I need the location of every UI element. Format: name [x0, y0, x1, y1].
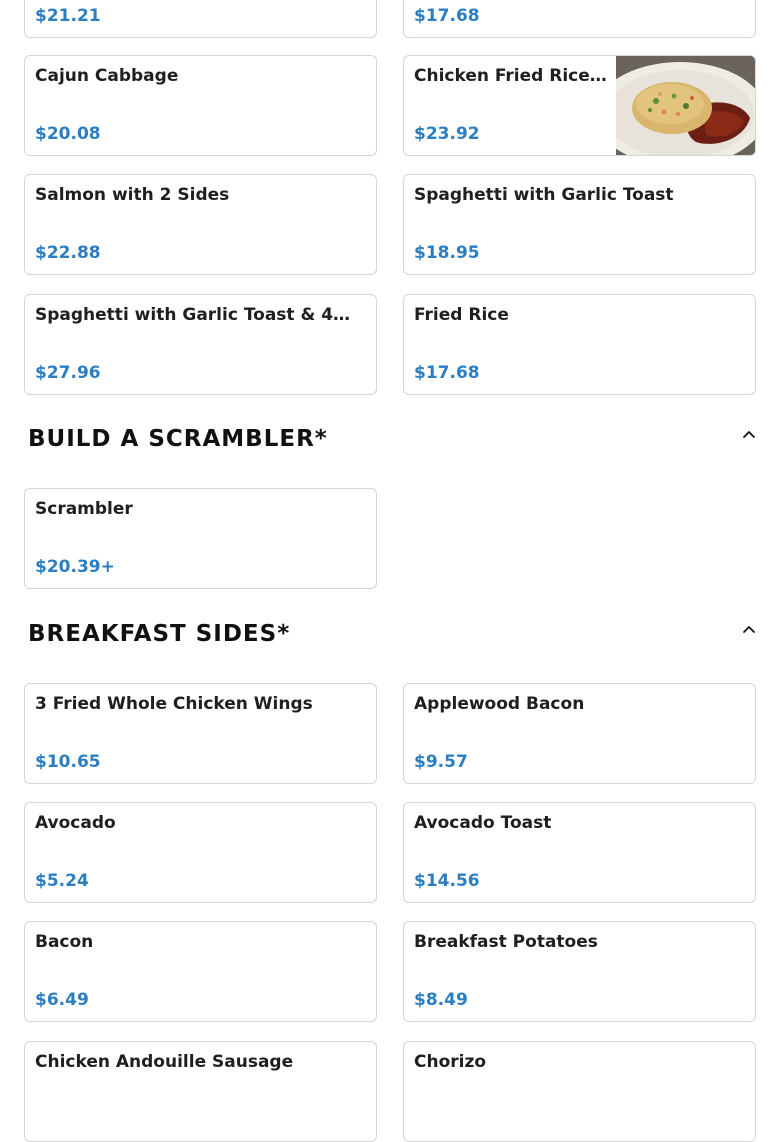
menu-item-name: Avocado	[35, 813, 116, 833]
menu-item-card[interactable]: Chicken Andouille Sausage	[24, 1041, 377, 1142]
section-title: BREAKFAST SIDES*	[28, 621, 291, 647]
menu-item-name: Breakfast Potatoes	[414, 932, 598, 952]
menu-item-card[interactable]: Fried Rice $17.68	[403, 294, 756, 395]
menu-item-card[interactable]: Salmon with 2 Sides $22.88	[24, 174, 377, 275]
menu-item-name: Applewood Bacon	[414, 694, 585, 714]
chevron-up-icon[interactable]	[741, 621, 757, 637]
menu-item-price: $6.49	[35, 990, 89, 1010]
menu-item-card[interactable]: Spaghetti with Garlic Toast $18.95	[403, 174, 756, 275]
section-title: BUILD A SCRAMBLER*	[28, 426, 328, 452]
menu-item-card[interactable]: Scrambler $20.39+	[24, 488, 377, 589]
menu-item-name: Scrambler	[35, 499, 133, 519]
menu-item-name: Chicken Fried Rice…	[414, 66, 607, 86]
menu-item-card[interactable]: Breakfast Potatoes $8.49	[403, 921, 756, 1022]
menu-item-name: Spaghetti with Garlic Toast & 4…	[35, 305, 351, 325]
menu-item-name: Chicken Andouille Sausage	[35, 1052, 294, 1072]
menu-item-photo	[616, 56, 755, 155]
menu-item-price: $20.39+	[35, 557, 115, 577]
menu-item-name: Bacon	[35, 932, 94, 952]
menu-item-card[interactable]: Cajun Cabbage $20.08	[24, 55, 377, 156]
menu-item-card[interactable]: Avocado Toast $14.56	[403, 802, 756, 903]
menu-item-card[interactable]: Chicken Fried Rice… $23.92	[403, 55, 756, 156]
menu-item-card[interactable]: Bacon $6.49	[24, 921, 377, 1022]
menu-item-price: $27.96	[35, 363, 101, 383]
chevron-up-icon[interactable]	[741, 426, 757, 442]
menu-item-price: $17.68	[414, 6, 480, 26]
menu-item-name: Spaghetti with Garlic Toast	[414, 185, 674, 205]
menu-item-name: Salmon with 2 Sides	[35, 185, 230, 205]
section-header-scrambler[interactable]: BUILD A SCRAMBLER*	[0, 422, 782, 462]
section-header-breakfast-sides[interactable]: BREAKFAST SIDES*	[0, 617, 782, 657]
menu-item-card[interactable]: Applewood Bacon $9.57	[403, 683, 756, 784]
menu-item-price: $9.57	[414, 752, 468, 772]
menu-item-card[interactable]: $17.68	[403, 0, 756, 38]
menu-item-price: $22.88	[35, 243, 101, 263]
menu-item-name: Cajun Cabbage	[35, 66, 179, 86]
menu-item-price: $23.92	[414, 124, 480, 144]
menu-item-price: $5.24	[35, 871, 89, 891]
menu-item-card[interactable]: Avocado $5.24	[24, 802, 377, 903]
menu-item-price: $21.21	[35, 6, 101, 26]
menu-item-price: $17.68	[414, 363, 480, 383]
menu-item-name: Avocado Toast	[414, 813, 552, 833]
menu-item-price: $8.49	[414, 990, 468, 1010]
menu-item-price: $14.56	[414, 871, 480, 891]
menu-item-name: Fried Rice	[414, 305, 509, 325]
menu-item-card[interactable]: Chorizo	[403, 1041, 756, 1142]
menu-item-price: $10.65	[35, 752, 101, 772]
menu-item-card[interactable]: Spaghetti with Garlic Toast & 4… $27.96	[24, 294, 377, 395]
menu-item-price: $18.95	[414, 243, 480, 263]
menu-item-name: Chorizo	[414, 1052, 487, 1072]
menu-item-card[interactable]: $21.21	[24, 0, 377, 38]
menu-item-card[interactable]: 3 Fried Whole Chicken Wings $10.65	[24, 683, 377, 784]
menu-item-name: 3 Fried Whole Chicken Wings	[35, 694, 313, 714]
menu-item-price: $20.08	[35, 124, 101, 144]
